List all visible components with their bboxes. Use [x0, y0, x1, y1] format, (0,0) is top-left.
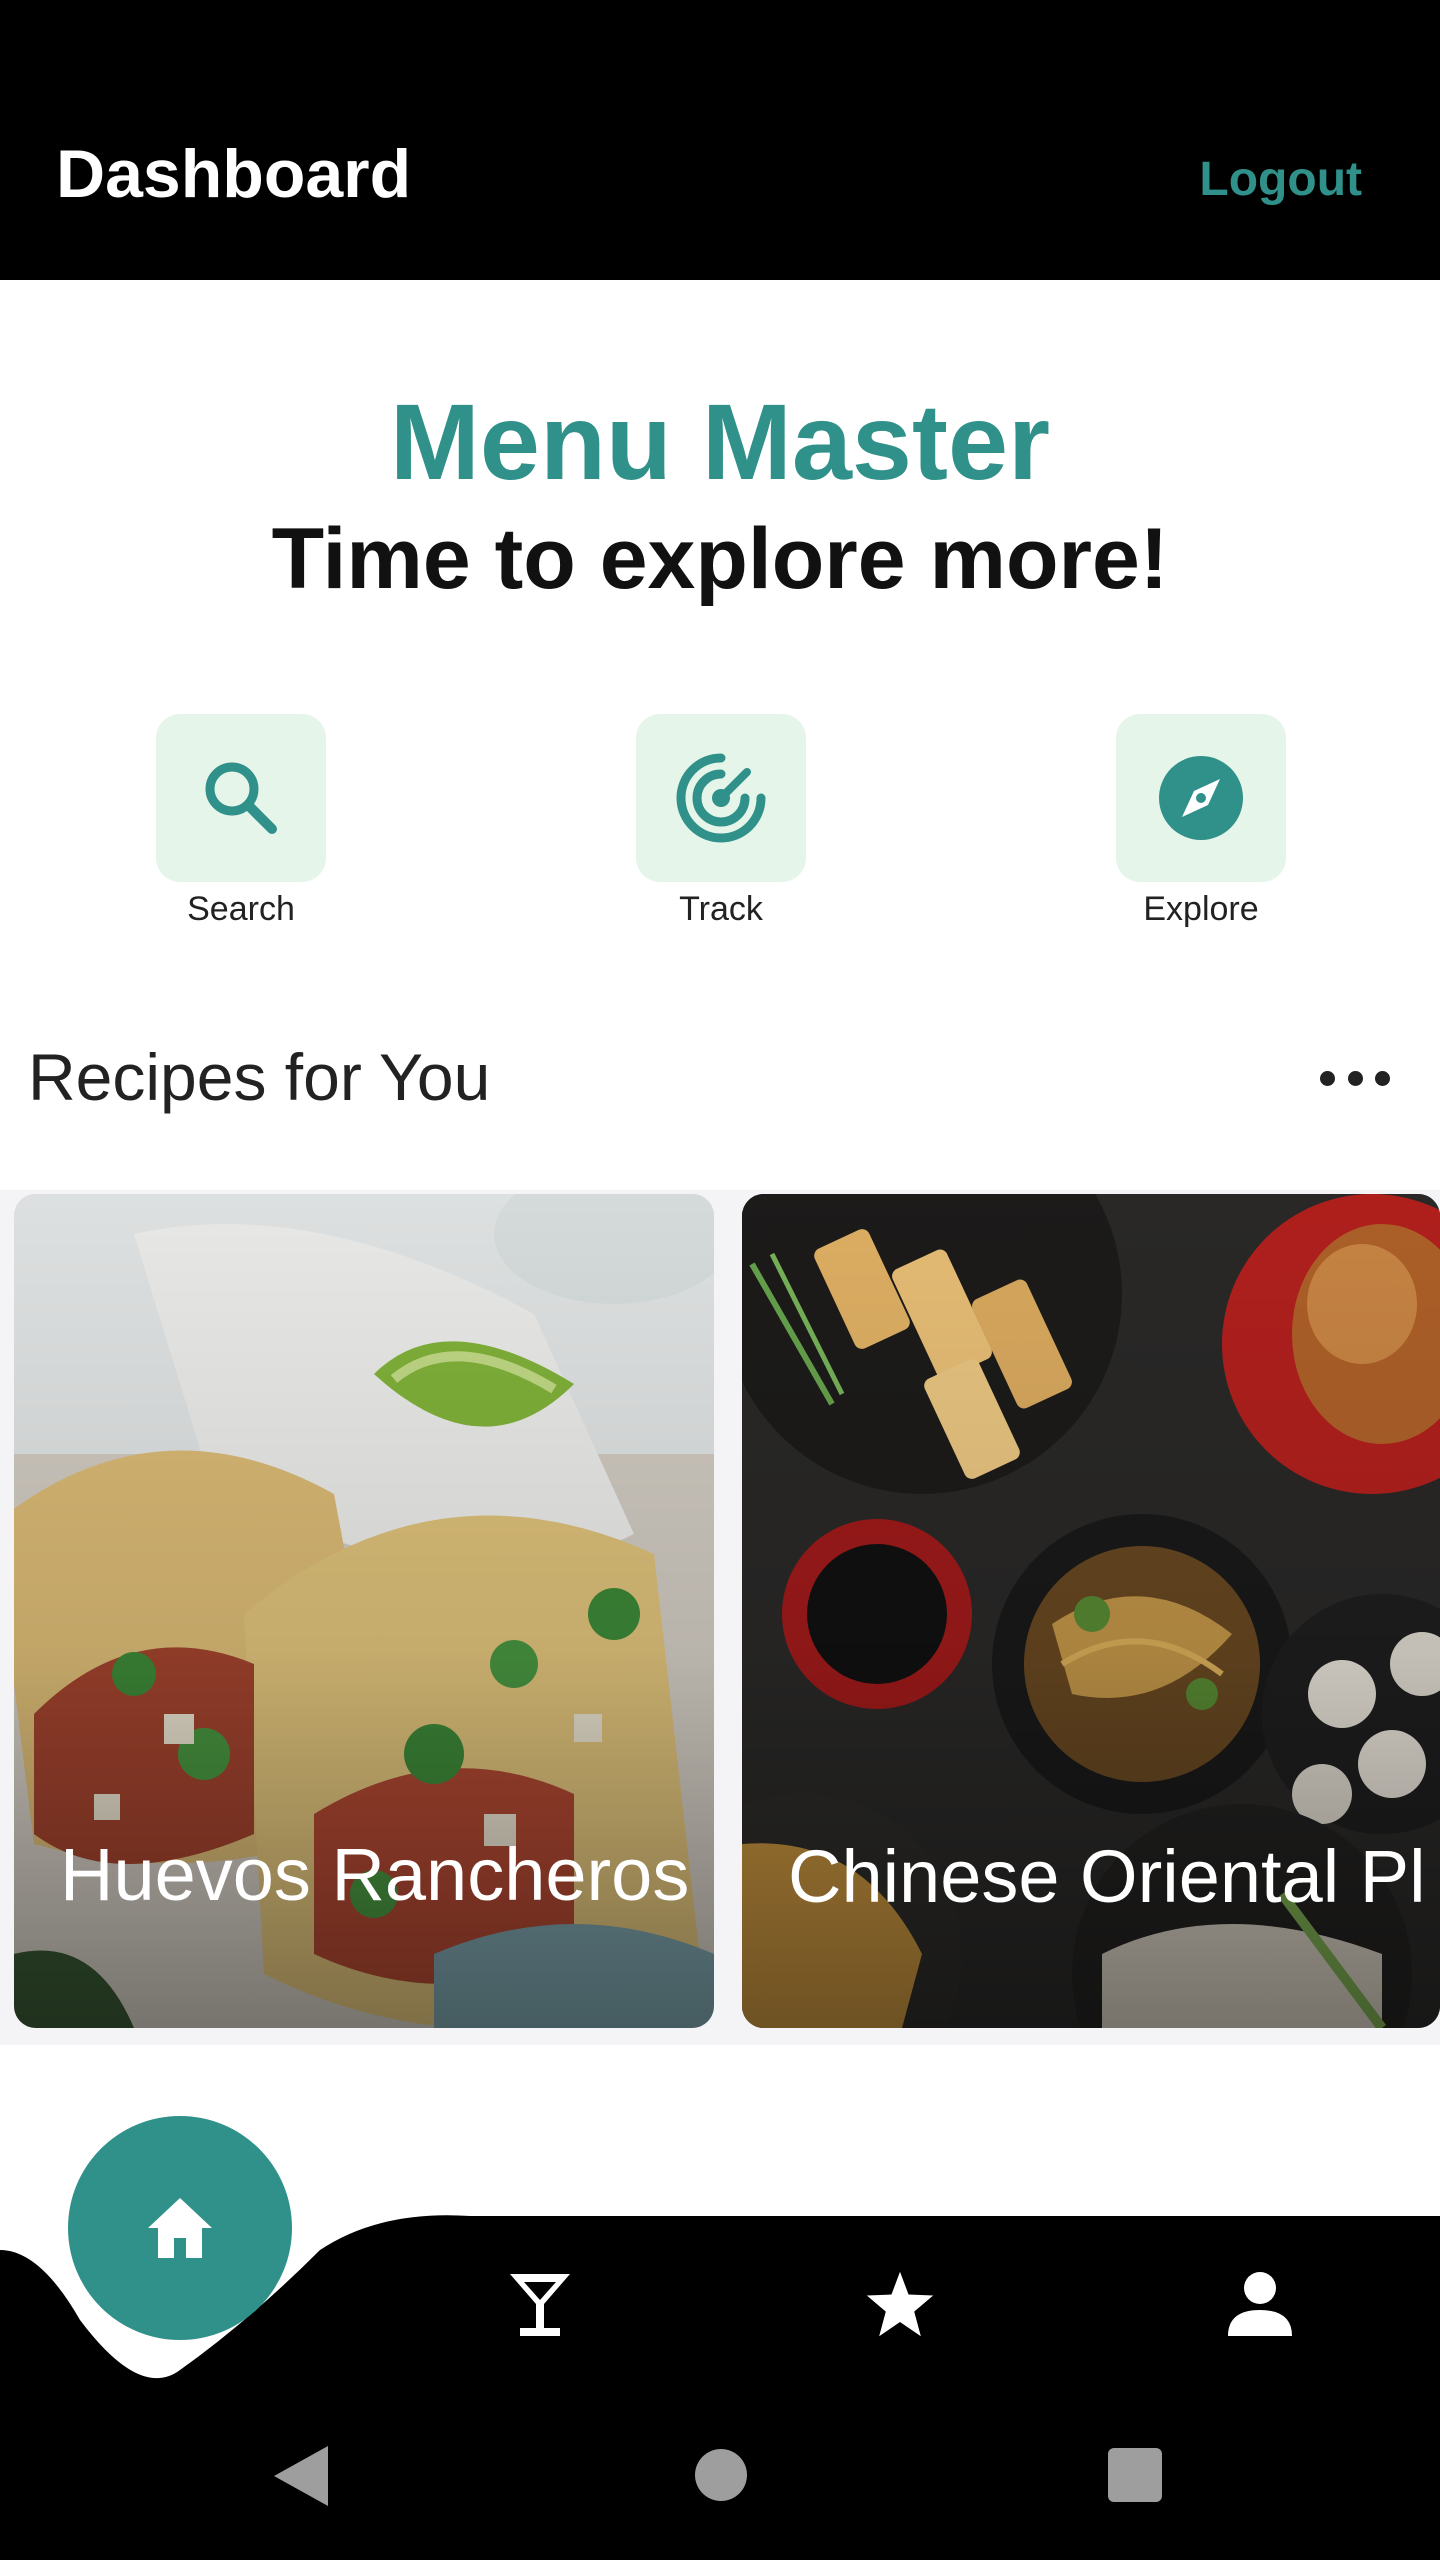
back-icon[interactable] — [270, 2444, 330, 2513]
radar-icon — [676, 753, 766, 843]
dashboard-screen: Dashboard Logout Menu Master Time to exp… — [0, 0, 1440, 2560]
compass-icon — [1159, 756, 1243, 840]
more-horizontal-icon[interactable] — [1320, 1056, 1390, 1100]
welcome-subtitle: Time to explore more! — [271, 511, 1169, 607]
action-search[interactable]: Search — [156, 714, 326, 929]
recipe-title: Chinese Oriental Pl — [788, 1838, 1426, 1916]
home-circle-icon[interactable] — [694, 2448, 748, 2507]
track-label: Track — [679, 890, 763, 928]
top-app-bar: Dashboard Logout — [0, 0, 1440, 280]
page-title: Dashboard — [56, 136, 412, 212]
track-tile[interactable] — [636, 714, 806, 882]
search-tile[interactable] — [156, 714, 326, 882]
star-icon — [866, 2271, 934, 2337]
app-name-heading: Menu Master — [389, 381, 1051, 502]
action-track[interactable]: Track — [636, 714, 806, 929]
nav-favorites-button[interactable] — [864, 2268, 936, 2340]
recipe-title: Huevos Rancheros — [60, 1833, 690, 1916]
explore-label: Explore — [1143, 890, 1259, 928]
nav-profile-button[interactable] — [1224, 2268, 1296, 2340]
search-icon — [205, 762, 277, 834]
cocktail-icon — [510, 2274, 570, 2336]
action-explore[interactable]: Explore — [1116, 714, 1286, 929]
nav-drinks-button[interactable] — [504, 2268, 576, 2340]
recipes-section-title: Recipes for You — [28, 1040, 491, 1114]
home-icon — [148, 2198, 212, 2258]
recents-icon[interactable] — [1108, 2448, 1162, 2507]
explore-tile[interactable] — [1116, 714, 1286, 882]
person-icon — [1228, 2272, 1292, 2336]
logout-button[interactable]: Logout — [1199, 156, 1362, 204]
search-label: Search — [187, 890, 295, 928]
nav-home-button[interactable] — [68, 2116, 292, 2340]
